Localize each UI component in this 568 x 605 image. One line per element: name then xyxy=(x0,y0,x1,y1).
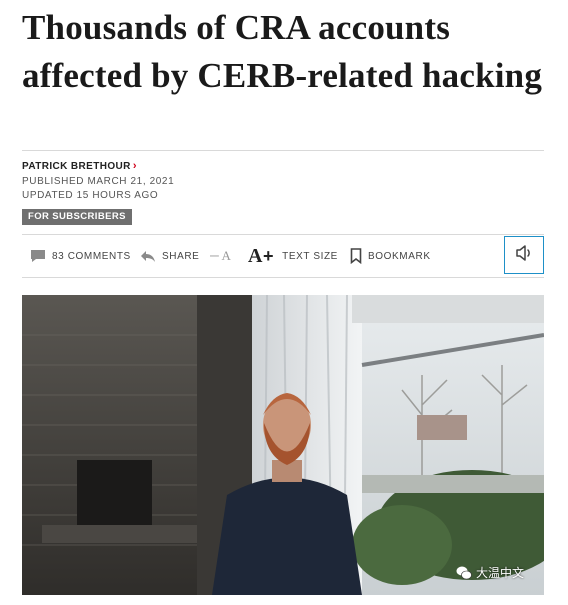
watermark-text: 大温中文 xyxy=(475,566,524,580)
text-size-increase-button[interactable]: A + TEXT SIZE xyxy=(248,236,338,276)
share-arrow-icon xyxy=(140,250,156,263)
article-photo: 大温中文 xyxy=(22,295,544,595)
listen-audio-button[interactable] xyxy=(504,236,544,274)
share-label: SHARE xyxy=(162,250,200,262)
comments-label: 83 COMMENTS xyxy=(52,250,131,262)
author-chevron-icon: › xyxy=(132,160,137,172)
minus-icon: – xyxy=(210,247,220,264)
text-size-small-a: A xyxy=(221,248,232,263)
comments-button[interactable]: 83 COMMENTS xyxy=(30,236,131,276)
published-date: PUBLISHED MARCH 21, 2021 xyxy=(22,176,175,187)
wechat-icon xyxy=(456,566,472,579)
author-name[interactable]: PATRICK BRETHOUR xyxy=(22,161,131,172)
speaker-icon xyxy=(515,244,533,266)
bookmark-button[interactable]: BOOKMARK xyxy=(350,236,431,276)
watermark: 大温中文 xyxy=(456,564,524,581)
author-link[interactable]: PATRICK BRETHOUR › xyxy=(22,160,137,172)
subscriber-badge: FOR SUBSCRIBERS xyxy=(22,209,132,225)
plus-icon: + xyxy=(263,245,275,266)
text-size-large-a: A xyxy=(248,244,264,267)
share-button[interactable]: SHARE xyxy=(140,236,199,276)
bookmark-label: BOOKMARK xyxy=(368,250,431,262)
text-size-decrease-button[interactable]: – A xyxy=(210,236,232,276)
text-size-label: TEXT SIZE xyxy=(282,250,338,262)
headline: Thousands of CRA accounts affected by CE… xyxy=(22,8,543,95)
comment-bubble-icon xyxy=(30,249,46,263)
divider-toolbar-top xyxy=(22,234,544,235)
divider-top xyxy=(22,150,544,151)
bookmark-icon xyxy=(350,248,362,264)
divider-toolbar-bottom xyxy=(22,277,544,278)
article-toolbar: 83 COMMENTS SHARE – A A + TEXT SIZE BOOK… xyxy=(22,236,544,276)
updated-time: UPDATED 15 HOURS AGO xyxy=(22,190,159,201)
